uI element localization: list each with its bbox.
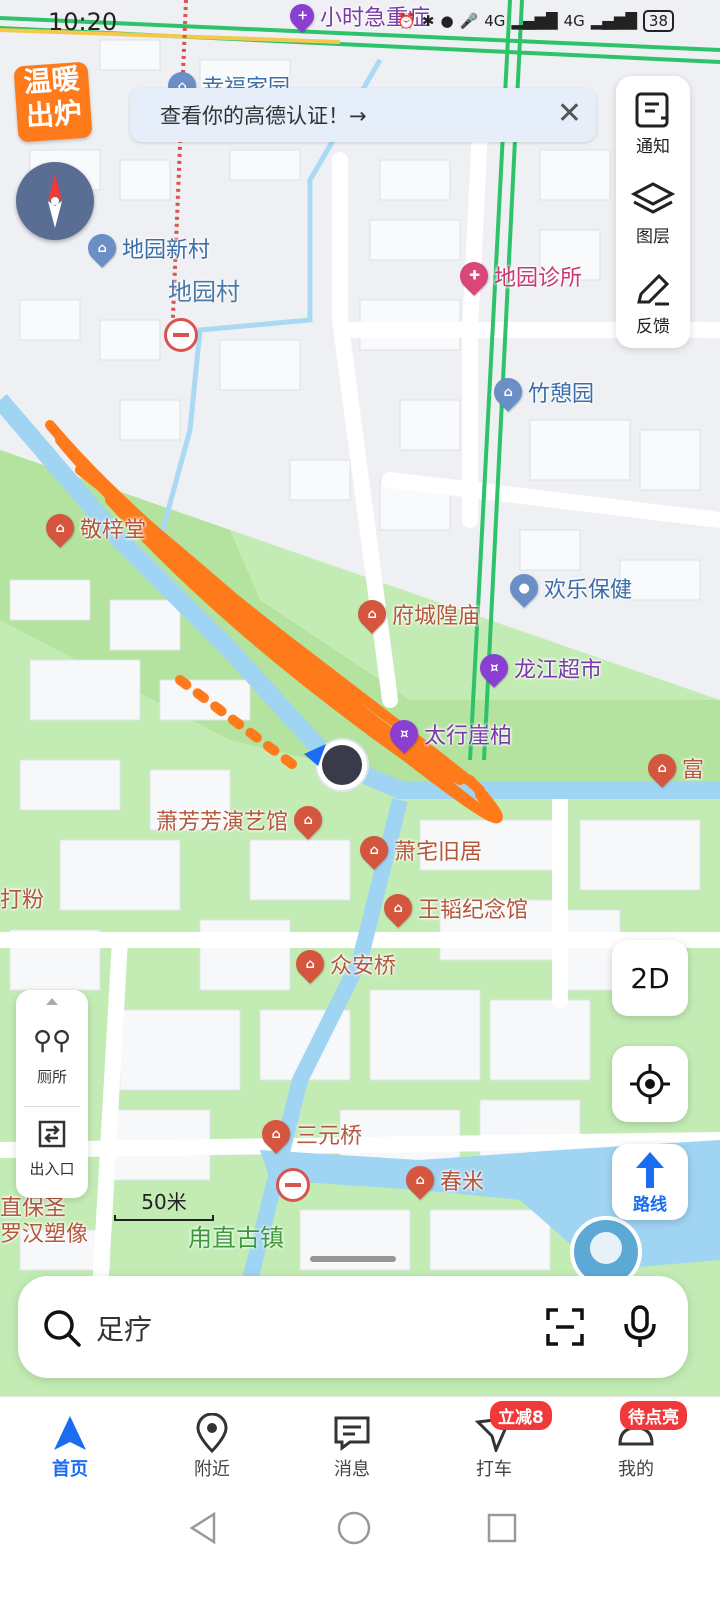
entrance-icon xyxy=(16,1118,88,1158)
poi-diyuan-xincun[interactable]: ⌂ 地园新村 xyxy=(82,228,210,268)
poi-jingzi[interactable]: ⌂ 敬梓堂 xyxy=(40,508,146,548)
system-nav-bar xyxy=(0,1496,720,1600)
toilet-button[interactable]: ⚲⚲ 厕所 xyxy=(16,1026,88,1087)
search-bar[interactable]: 足疗 xyxy=(18,1276,688,1378)
notification-icon xyxy=(616,88,690,132)
tab-home-label: 首页 xyxy=(52,1459,88,1480)
mode-2d-label: 2D xyxy=(630,961,670,995)
poi-xiaozhai-jiuju[interactable]: ⌂ 萧宅旧居 xyxy=(354,830,482,870)
notify-button[interactable]: 通知 xyxy=(616,88,690,157)
poi-taihang-yabai[interactable]: ¤ 太行崖柏 xyxy=(384,714,512,754)
compass-icon[interactable] xyxy=(16,162,94,240)
taxi-promo-badge: 立减8 xyxy=(490,1401,552,1430)
status-bar: 10:20 ⏰ ✱ ● 🎤 4G ▂▄▆█ 4G ▂▄▆█ 38 xyxy=(0,0,720,44)
message-icon xyxy=(302,1411,402,1455)
feedback-label: 反馈 xyxy=(636,317,670,337)
search-icon xyxy=(44,1310,81,1347)
location-pin-icon xyxy=(162,1411,262,1455)
no-entry-marker xyxy=(164,318,198,352)
scan-icon[interactable] xyxy=(544,1306,586,1348)
map-tools-panel: 通知 图层 反馈 xyxy=(616,76,690,348)
poi-fu[interactable]: ⌂ 富 xyxy=(642,748,704,788)
no-entry-marker xyxy=(276,1168,310,1202)
facility-panel: ⚲⚲ 厕所 出入口 xyxy=(16,990,88,1198)
status-icons: ⏰ ✱ ● 🎤 4G ▂▄▆█ 4G ▂▄▆█ 38 xyxy=(397,10,674,32)
locate-button[interactable] xyxy=(612,1046,688,1122)
home-icon[interactable] xyxy=(336,1510,372,1546)
status-time: 10:20 xyxy=(48,8,118,36)
poi-fucheng-huangmiao[interactable]: ⌂ 府城隍庙 xyxy=(352,594,480,634)
feedback-button[interactable]: 反馈 xyxy=(616,268,690,337)
poi-sanyuan-qiao[interactable]: ⌂ 三元桥 xyxy=(256,1114,362,1154)
poi-chunmi[interactable]: ⌂ 春米 xyxy=(400,1160,484,1200)
poi-zhongan-qiao[interactable]: ⌂ 众安桥 xyxy=(290,944,396,984)
battery-indicator: 38 xyxy=(642,10,674,32)
edit-icon xyxy=(616,268,690,312)
area-label-luohan: 罗汉塑像 xyxy=(0,1222,89,1247)
chevron-up-icon[interactable] xyxy=(46,998,58,1005)
poi-xiaofangfang-yanyiguan[interactable]: ⌂ 萧芳芳演艺馆 xyxy=(156,800,328,840)
promo-badge[interactable]: 温暖 出炉 xyxy=(13,61,93,143)
map-mode-2d-button[interactable]: 2D xyxy=(612,940,688,1016)
navigation-arrow-icon xyxy=(20,1411,120,1455)
entrance-button[interactable]: 出入口 xyxy=(16,1118,88,1179)
layers-label: 图层 xyxy=(636,227,670,247)
locate-icon xyxy=(630,1064,670,1104)
certification-banner[interactable]: 查看你的高德认证！→ ✕ xyxy=(130,88,596,142)
recents-icon[interactable] xyxy=(486,1512,518,1544)
tab-home[interactable]: 首页 xyxy=(20,1411,120,1481)
network-label: 4G xyxy=(563,12,585,30)
tab-taxi-label: 打车 xyxy=(476,1459,512,1480)
search-input[interactable]: 足疗 xyxy=(96,1308,152,1348)
signal-icon: ▂▄▆█ xyxy=(511,12,558,30)
network-label: 4G xyxy=(484,12,506,30)
tab-messages-label: 消息 xyxy=(334,1459,370,1480)
tab-mine-label: 我的 xyxy=(618,1459,654,1480)
scale-label: 50米 xyxy=(141,1190,187,1214)
poi-zhuqiyuan[interactable]: ⌂ 竹憩园 xyxy=(488,372,594,412)
bluetooth-icon: ✱ xyxy=(421,12,435,30)
poi-huanle-baojian[interactable]: ● 欢乐保健 xyxy=(504,568,632,608)
promo-line-1: 温暖 xyxy=(22,62,81,99)
banner-text: 查看你的高德认证！→ xyxy=(160,104,367,128)
poi-longjiang-chaoshi[interactable]: ¤ 龙江超市 xyxy=(474,648,602,688)
toilet-label: 厕所 xyxy=(36,1068,67,1086)
tab-nearby[interactable]: 附近 xyxy=(162,1411,262,1481)
area-label-town: 甪直古镇 xyxy=(188,1224,284,1252)
promo-line-2: 出炉 xyxy=(24,96,83,133)
tab-nearby-label: 附近 xyxy=(194,1459,230,1480)
toilet-icon: ⚲⚲ xyxy=(32,1026,72,1056)
mic-icon: 🎤 xyxy=(459,12,479,30)
bottom-nav: 首页 附近 消息 打车 立减8 我的 待点亮 xyxy=(0,1396,720,1497)
close-icon[interactable]: ✕ xyxy=(557,96,582,131)
tab-messages[interactable]: 消息 xyxy=(302,1411,402,1481)
route-arrow-icon xyxy=(636,1151,664,1188)
route-label: 路线 xyxy=(633,1194,667,1215)
drag-handle[interactable] xyxy=(310,1256,396,1262)
layers-button[interactable]: 图层 xyxy=(616,178,690,247)
map-scale: 50米 xyxy=(114,1186,214,1221)
microphone-icon[interactable] xyxy=(620,1304,660,1350)
signal-icon: ▂▄▆█ xyxy=(590,12,637,30)
alarm-icon: ⏰ xyxy=(397,12,416,30)
tab-taxi[interactable]: 打车 立减8 xyxy=(444,1401,552,1481)
area-label-diyuancun: 地园村 xyxy=(168,278,240,306)
notify-label: 通知 xyxy=(636,137,670,157)
route-button[interactable]: 路线 xyxy=(612,1144,688,1220)
layers-icon xyxy=(616,178,690,222)
back-icon[interactable] xyxy=(186,1510,220,1546)
mine-badge: 待点亮 xyxy=(620,1401,687,1430)
location-icon: ● xyxy=(440,12,454,30)
tab-mine[interactable]: 我的 待点亮 xyxy=(586,1401,687,1481)
area-label-dafen: 打粉 xyxy=(0,888,45,913)
poi-wangtao-jinianguan[interactable]: ⌂ 王韬纪念馆 xyxy=(378,888,528,928)
entrance-label: 出入口 xyxy=(29,1160,75,1178)
poi-diyuan-zhensuo[interactable]: ✚ 地园诊所 xyxy=(454,256,582,296)
